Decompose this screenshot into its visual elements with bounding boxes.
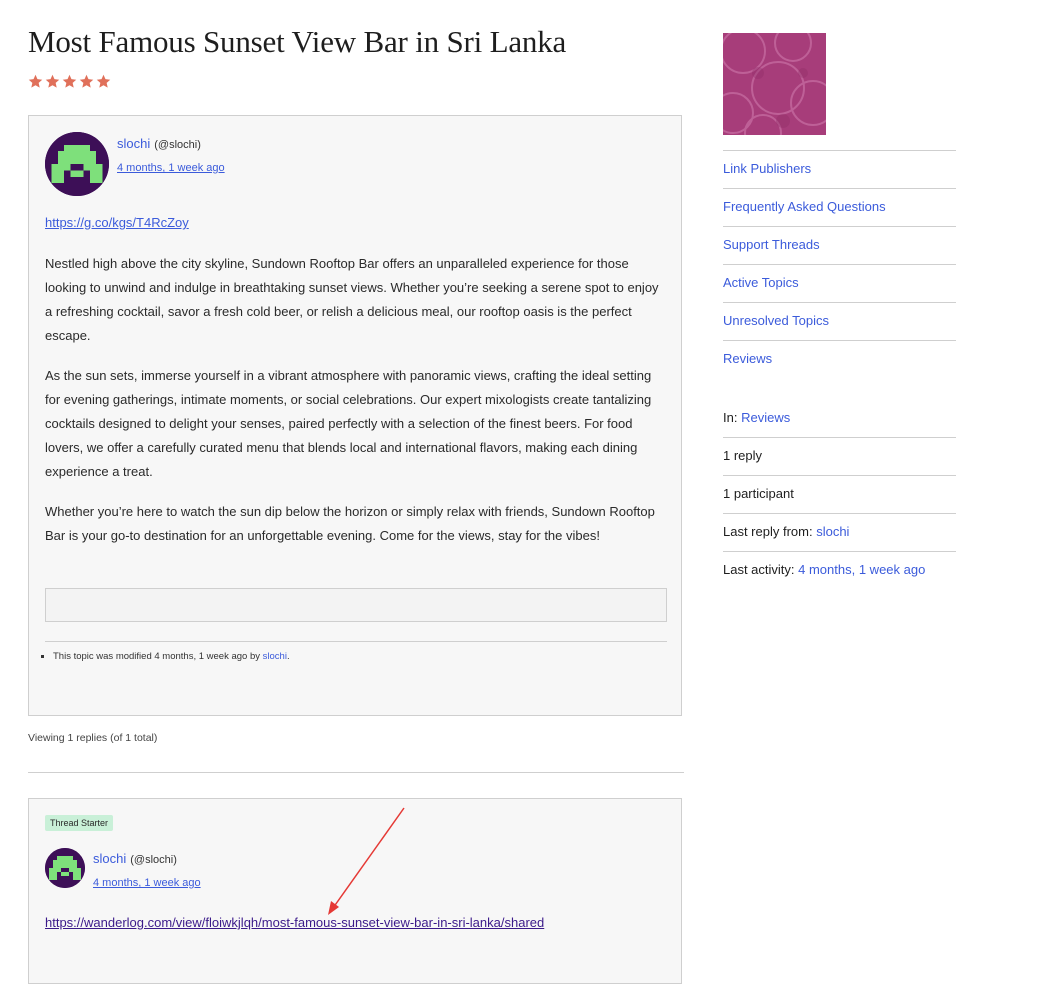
post-paragraph: Whether you’re here to watch the sun dip…	[45, 504, 655, 543]
topic-title: Most Famous Sunset View Bar in Sri Lanka	[28, 24, 567, 59]
star-icon	[96, 74, 111, 89]
map-link[interactable]: https://g.co/kgs/T4RcZoy	[45, 215, 189, 230]
reply-time-link[interactable]: 4 months, 1 week ago	[93, 877, 201, 889]
star-icon	[45, 74, 60, 89]
author-name[interactable]: slochi	[117, 136, 150, 151]
info-last-reply-link[interactable]: slochi	[816, 524, 849, 539]
nav-item: Link Publishers	[723, 151, 956, 189]
star-icon	[28, 74, 43, 89]
author-handle: (@slochi)	[154, 139, 201, 151]
nav-item: Active Topics	[723, 265, 956, 303]
post-paragraph: Nestled high above the city skyline, Sun…	[45, 256, 659, 343]
author-name[interactable]: slochi	[93, 851, 126, 866]
post-paragraph: As the sun sets, immerse yourself in a v…	[45, 368, 652, 479]
nav-item: Support Threads	[723, 227, 956, 265]
reply-post: Thread Starter slochi (@slochi) 4 months,…	[28, 798, 682, 984]
star-rating	[28, 74, 111, 89]
star-icon	[62, 74, 77, 89]
star-icon	[79, 74, 94, 89]
divider	[45, 641, 667, 642]
forum-thumbnail	[723, 33, 826, 135]
replies-count: Viewing 1 replies (of 1 total)	[28, 732, 158, 744]
wanderlog-link[interactable]: https://wanderlog.com/view/floiwkjlqh/mo…	[45, 915, 544, 930]
nav-link-active-topics[interactable]: Active Topics	[723, 275, 799, 290]
forum-nav: Link Publishers Frequently Asked Questio…	[723, 150, 956, 379]
revision-suffix: .	[286, 651, 290, 662]
nav-item: Frequently Asked Questions	[723, 189, 956, 227]
info-participants: 1 participant	[723, 476, 956, 514]
nav-item: Unresolved Topics	[723, 303, 956, 341]
post-time-link[interactable]: 4 months, 1 week ago	[117, 162, 225, 174]
info-label: Last activity:	[723, 562, 799, 577]
info-last-activity-link[interactable]: 4 months, 1 week ago	[798, 562, 925, 577]
nav-link-support-threads[interactable]: Support Threads	[723, 237, 820, 252]
info-label: Last reply from:	[723, 524, 817, 539]
info-replies: 1 reply	[723, 438, 956, 476]
revision-text: This topic was modified 4 months, 1 week…	[53, 651, 263, 662]
embed-placeholder	[45, 588, 667, 622]
topic-info: In: Reviews 1 reply 1 participant Last r…	[723, 400, 956, 590]
author-avatar[interactable]	[45, 848, 85, 888]
nav-item: Reviews	[723, 341, 956, 379]
thread-starter-badge: Thread Starter	[45, 815, 114, 831]
revision-entry: This topic was modified 4 months, 1 week…	[53, 651, 290, 662]
divider	[28, 772, 684, 773]
nav-link-reviews[interactable]: Reviews	[723, 351, 772, 366]
nav-link-faq[interactable]: Frequently Asked Questions	[723, 199, 886, 214]
topic-post: slochi (@slochi) 4 months, 1 week ago htt…	[28, 115, 682, 716]
info-last-activity: Last activity: 4 months, 1 week ago	[723, 552, 956, 590]
info-forum-link[interactable]: Reviews	[741, 410, 790, 425]
info-forum: In: Reviews	[723, 400, 956, 438]
info-last-reply: Last reply from: slochi	[723, 514, 956, 552]
revision-author-link[interactable]: slochi	[263, 651, 287, 662]
author-avatar[interactable]	[45, 132, 109, 196]
revision-log: This topic was modified 4 months, 1 week…	[39, 651, 290, 662]
nav-link-unresolved-topics[interactable]: Unresolved Topics	[723, 313, 829, 328]
nav-link-publishers[interactable]: Link Publishers	[723, 161, 811, 176]
author-handle: (@slochi)	[130, 854, 177, 866]
info-label: In:	[723, 410, 742, 425]
